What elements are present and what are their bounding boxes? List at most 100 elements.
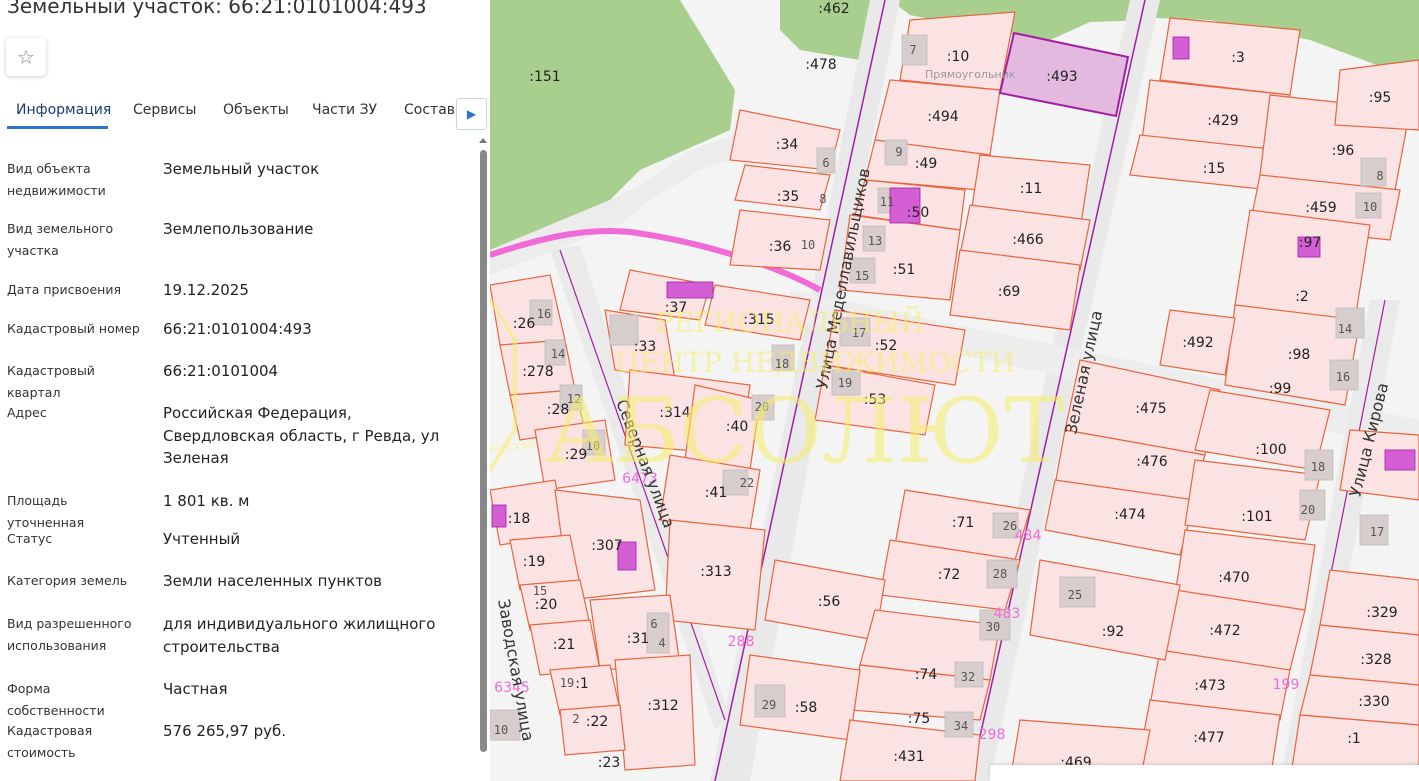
svg-text::329: :329 <box>1366 605 1397 621</box>
page-title: Земельный участок: 66:21:0101004:493 <box>7 0 427 18</box>
svg-text:17: 17 <box>1370 525 1384 539</box>
star-outline-icon: ☆ <box>17 45 35 69</box>
tab-services[interactable]: Сервисы <box>133 102 196 118</box>
svg-text:9: 9 <box>895 145 902 159</box>
scrollbar[interactable] <box>478 138 488 758</box>
svg-text::56: :56 <box>818 594 841 610</box>
svg-text:29: 29 <box>762 698 776 712</box>
row-value: Российская Федерация, Свердловская облас… <box>163 404 440 467</box>
tabs-next-button[interactable]: ▶ <box>456 98 487 130</box>
svg-text::74: :74 <box>915 667 938 683</box>
tab-bar: Информация Сервисы Объекты Части ЗУ Сост… <box>0 92 490 134</box>
svg-text:10: 10 <box>1363 200 1377 214</box>
svg-text::41: :41 <box>705 485 728 501</box>
svg-text:6: 6 <box>650 617 657 631</box>
map-bottom-toolbar[interactable] <box>990 765 1419 781</box>
svg-text::478: :478 <box>805 57 836 73</box>
row-value: Землепользование <box>163 220 314 238</box>
svg-text::459: :459 <box>1305 200 1336 216</box>
favorite-button[interactable]: ☆ <box>6 38 46 76</box>
svg-text::26: :26 <box>513 316 536 332</box>
svg-text:483: 483 <box>994 606 1021 622</box>
svg-text::36: :36 <box>769 239 792 255</box>
row-value: Учтенный <box>163 530 241 548</box>
row-value: Частная <box>163 680 228 698</box>
row-label: Дата присвоения <box>7 282 121 297</box>
svg-text::493: :493 <box>1046 69 1077 85</box>
svg-text:32: 32 <box>961 670 975 684</box>
svg-text::328: :328 <box>1360 652 1391 668</box>
svg-text:484: 484 <box>1015 528 1042 544</box>
active-tab-indicator <box>7 126 108 129</box>
row-label: Категория земель <box>7 573 128 588</box>
svg-text::494: :494 <box>927 109 959 125</box>
svg-text::10: :10 <box>947 49 970 65</box>
svg-text::472: :472 <box>1209 623 1240 639</box>
svg-text::21: :21 <box>553 637 576 653</box>
svg-text:11: 11 <box>880 195 894 209</box>
scroll-up-arrow-icon[interactable] <box>479 138 487 143</box>
svg-text::11: :11 <box>1020 181 1043 197</box>
row-value: 19.12.2025 <box>163 281 249 299</box>
tab-objects[interactable]: Объекты <box>223 102 289 118</box>
svg-text:8: 8 <box>819 192 826 206</box>
svg-text::462: :462 <box>818 1 849 17</box>
svg-text::99: :99 <box>1269 381 1292 397</box>
svg-text:298: 298 <box>979 727 1006 743</box>
svg-text::51: :51 <box>893 262 916 278</box>
svg-text::69: :69 <box>998 284 1021 300</box>
svg-text:4: 4 <box>658 636 665 650</box>
row-label: Форма собственности <box>7 681 105 718</box>
svg-text::492: :492 <box>1182 335 1213 351</box>
svg-text::278: :278 <box>522 364 553 380</box>
svg-text::95: :95 <box>1369 90 1392 106</box>
row-label: Кадастровый квартал <box>7 363 95 400</box>
svg-text::151: :151 <box>529 69 560 85</box>
svg-text:20: 20 <box>1301 503 1315 517</box>
row-value: Земельный участок <box>163 160 320 178</box>
row-value: для индивидуального жилищного строительс… <box>163 615 436 656</box>
svg-text::18: :18 <box>508 511 531 527</box>
tab-information[interactable]: Информация <box>16 102 111 118</box>
row-label: Вид земельного участка <box>7 221 114 258</box>
svg-text:РЕГИОНАЛЬНЫЙ: РЕГИОНАЛЬНЫЙ <box>655 305 924 339</box>
svg-text:15: 15 <box>533 584 547 598</box>
svg-text::50: :50 <box>907 205 930 221</box>
svg-text::49: :49 <box>915 156 938 172</box>
svg-text:288: 288 <box>728 634 755 650</box>
svg-text::1: :1 <box>575 676 589 692</box>
row-label: Адрес <box>7 405 47 420</box>
svg-text:18: 18 <box>1311 460 1325 474</box>
svg-text::431: :431 <box>893 749 924 765</box>
svg-text:АБСОЛЮТ: АБСОЛЮТ <box>545 379 1064 484</box>
svg-text::475: :475 <box>1135 401 1166 417</box>
row-value: 66:21:0101004:493 <box>163 320 312 338</box>
svg-text::19: :19 <box>523 554 546 570</box>
map-canvas[interactable]: :462 :478 :10 :493 :3 :95 :151 :494 :429… <box>490 0 1419 781</box>
svg-text::15: :15 <box>1203 161 1226 177</box>
svg-text::96: :96 <box>1332 143 1355 159</box>
svg-text::473: :473 <box>1194 678 1225 694</box>
svg-text:199: 199 <box>1273 677 1300 693</box>
svg-text::477: :477 <box>1193 730 1224 746</box>
row-label: Вид объекта недвижимости <box>7 161 106 198</box>
svg-text::72: :72 <box>938 567 961 583</box>
tab-composition[interactable]: Состав <box>404 102 455 118</box>
svg-text::330: :330 <box>1358 694 1389 710</box>
chevron-right-icon: ▶ <box>466 107 477 121</box>
svg-text::3: :3 <box>1231 50 1245 66</box>
cadastral-map[interactable]: :462 :478 :10 :493 :3 :95 :151 :494 :429… <box>490 0 1419 781</box>
tab-parts[interactable]: Части ЗУ <box>312 102 377 118</box>
svg-text:15: 15 <box>855 269 869 283</box>
svg-text::474: :474 <box>1114 507 1146 523</box>
row-label: Кадастровая стоимость <box>7 723 93 760</box>
svg-text::313: :313 <box>700 564 731 580</box>
svg-text::22: :22 <box>586 714 609 730</box>
svg-text::71: :71 <box>952 515 975 531</box>
row-value: 576 265,97 руб. <box>163 722 287 740</box>
svg-text::58: :58 <box>795 700 818 716</box>
svg-text:8: 8 <box>1376 169 1383 183</box>
svg-text:7: 7 <box>909 43 916 57</box>
scrollbar-thumb[interactable] <box>480 150 487 752</box>
svg-text::470: :470 <box>1218 570 1249 586</box>
